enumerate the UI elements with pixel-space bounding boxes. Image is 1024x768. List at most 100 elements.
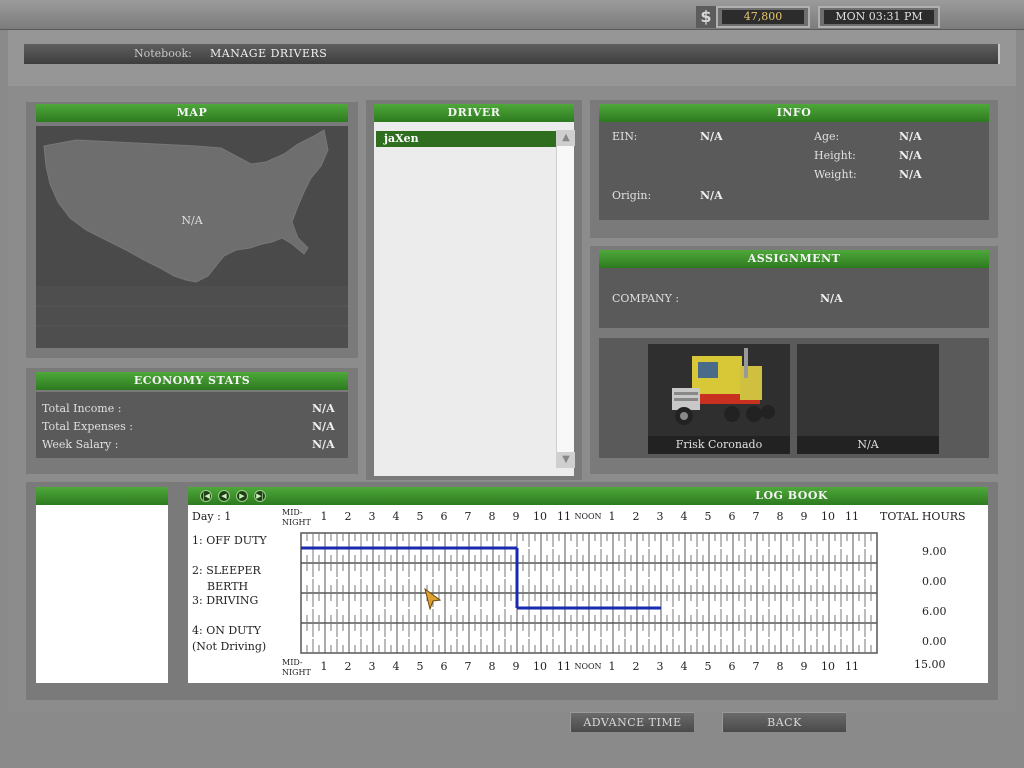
hour-label: 4: [680, 510, 688, 523]
hour-label: 6: [440, 510, 448, 523]
midnight-bottom-label-2: NIGHT: [282, 668, 311, 677]
age-value: N/A: [899, 130, 922, 143]
salary-label: Week Salary :: [42, 438, 119, 451]
hour-label: 7: [464, 510, 472, 523]
company-value: N/A: [820, 292, 843, 305]
hour-label: 6: [728, 660, 736, 673]
driver-list-item[interactable]: jaXen: [376, 131, 556, 147]
money-icon: $: [696, 6, 716, 28]
hour-label: 2: [632, 660, 640, 673]
hour-label: 11: [845, 660, 859, 673]
economy-header: ECONOMY STATS: [36, 372, 348, 390]
notebook-label: Notebook:: [134, 47, 192, 60]
driver-header: DRIVER: [374, 104, 574, 122]
hours-total: 15.00: [914, 658, 946, 671]
map-location-label: N/A: [181, 214, 203, 227]
hours-driving: 6.00: [922, 605, 947, 618]
advance-time-button[interactable]: ADVANCE TIME: [570, 712, 694, 732]
hours-off-duty: 9.00: [922, 545, 947, 558]
trailer-name: N/A: [797, 436, 939, 454]
hour-label: 10: [821, 510, 835, 523]
driver-scrollbar[interactable]: ▲ ▼: [556, 130, 575, 468]
hour-label: 9: [512, 510, 520, 523]
hour-label: 9: [800, 510, 808, 523]
row-label-on-duty: 4: ON DUTY: [192, 624, 262, 637]
page-title: MANAGE DRIVERS: [210, 47, 328, 60]
income-label: Total Income :: [42, 402, 122, 415]
weight-label: Weight:: [814, 168, 857, 181]
row-label-on-duty-2: (Not Driving): [192, 640, 267, 653]
hour-label: 2: [344, 510, 352, 523]
hour-label: 1: [608, 660, 616, 673]
next-day-icon[interactable]: ▶: [236, 490, 248, 502]
hour-label: 7: [752, 660, 760, 673]
notebook-bar: Notebook: MANAGE DRIVERS: [24, 44, 1000, 64]
hour-label: 4: [392, 510, 400, 523]
side-list-header: [36, 487, 168, 505]
hour-label: 7: [752, 510, 760, 523]
truck-slot[interactable]: Frisk Coronado: [648, 344, 790, 454]
scroll-up-button[interactable]: ▲: [557, 130, 575, 146]
info-header: INFO: [599, 104, 989, 122]
hour-label: 3: [656, 660, 664, 673]
assignment-header: ASSIGNMENT: [599, 250, 989, 268]
ein-label: EIN:: [612, 130, 638, 143]
logbook-grid[interactable]: [300, 532, 878, 654]
height-label: Height:: [814, 149, 856, 162]
total-hours-label: TOTAL HOURS: [880, 510, 966, 523]
day-label: Day : 1: [192, 510, 232, 523]
info-body: [599, 122, 989, 220]
trailer-slot[interactable]: N/A: [797, 344, 939, 454]
hour-label: 9: [800, 660, 808, 673]
midnight-bottom-label: MID-: [282, 658, 303, 667]
age-label: Age:: [814, 130, 840, 143]
hour-label: 3: [368, 510, 376, 523]
hour-label: 1: [320, 660, 328, 673]
row-label-sleeper-2: BERTH: [207, 580, 249, 593]
hour-label: 1: [320, 510, 328, 523]
side-list[interactable]: [36, 505, 168, 683]
midnight-top-label: MID-: [282, 508, 303, 517]
hour-label: 9: [512, 660, 520, 673]
origin-label: Origin:: [612, 189, 652, 202]
salary-value: N/A: [312, 438, 335, 451]
height-value: N/A: [899, 149, 922, 162]
scroll-down-button[interactable]: ▼: [557, 452, 575, 468]
hour-label: 3: [368, 660, 376, 673]
hour-label: 4: [680, 660, 688, 673]
last-day-icon[interactable]: ▶|: [254, 490, 266, 502]
hour-label: 11: [845, 510, 859, 523]
clock-display: MON 03:31 PM: [818, 6, 940, 28]
hour-label: 3: [656, 510, 664, 523]
income-value: N/A: [312, 402, 335, 415]
row-label-driving: 3: DRIVING: [192, 594, 259, 607]
row-label-sleeper: 2: SLEEPER: [192, 564, 261, 577]
ein-value: N/A: [700, 130, 723, 143]
row-label-off-duty: 1: OFF DUTY: [192, 534, 267, 547]
company-label: COMPANY :: [612, 292, 680, 305]
hour-label: 5: [704, 660, 712, 673]
hour-label: 2: [344, 660, 352, 673]
back-button[interactable]: BACK: [722, 712, 846, 732]
clock-value: MON 03:31 PM: [824, 10, 934, 24]
hour-label: 1: [608, 510, 616, 523]
hour-label: 5: [416, 510, 424, 523]
midnight-top-label-2: NIGHT: [282, 518, 311, 527]
hour-label: 10: [533, 660, 547, 673]
money-value: 47,800: [722, 10, 804, 24]
hour-label: 10: [533, 510, 547, 523]
expenses-value: N/A: [312, 420, 335, 433]
map-header: MAP: [36, 104, 348, 122]
hour-label: 6: [440, 660, 448, 673]
driver-list[interactable]: [374, 122, 574, 476]
logbook-header: LOG BOOK: [188, 487, 988, 505]
prev-day-icon[interactable]: ◀: [218, 490, 230, 502]
truck-name: Frisk Coronado: [648, 436, 790, 454]
hour-label: 8: [488, 660, 496, 673]
hour-label: 8: [488, 510, 496, 523]
hour-label: 8: [776, 660, 784, 673]
hour-label: NOON: [574, 662, 602, 671]
truck-image: [672, 348, 775, 425]
first-day-icon[interactable]: |◀: [200, 490, 212, 502]
hour-label: 8: [776, 510, 784, 523]
